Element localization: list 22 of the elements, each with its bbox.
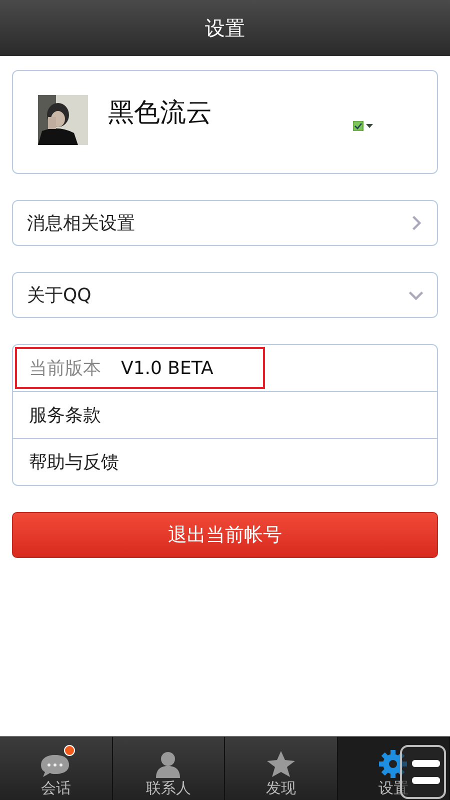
- settings-row[interactable]: 消息相关设置: [12, 200, 438, 246]
- online-status-icon: [353, 121, 373, 131]
- item-label: 当前版本: [29, 357, 101, 380]
- about-item[interactable]: 服务条款: [13, 391, 437, 438]
- row-label: 消息相关设置: [27, 212, 135, 235]
- profile-card[interactable]: 黑色流云: [12, 70, 438, 174]
- tab[interactable]: 会话: [0, 737, 112, 800]
- row-label: 关于QQ: [27, 284, 92, 307]
- about-item[interactable]: 当前版本 V1.0 BETA: [13, 345, 437, 391]
- item-label: 服务条款: [29, 404, 101, 427]
- about-item[interactable]: 帮助与反馈: [13, 438, 437, 485]
- star-icon: [266, 749, 296, 779]
- version-value: V1.0 BETA: [121, 358, 214, 378]
- screen-title: 设置: [205, 14, 245, 42]
- tab[interactable]: 联系人: [112, 737, 225, 800]
- tab[interactable]: 发现: [225, 737, 338, 800]
- gear-icon: [378, 749, 408, 779]
- item-label: 帮助与反馈: [29, 451, 119, 474]
- logout-button[interactable]: 退出当前帐号: [12, 512, 438, 558]
- profile-name: 黑色流云: [108, 97, 212, 130]
- status-selector[interactable]: [353, 121, 373, 131]
- settings-row[interactable]: 关于QQ: [12, 272, 438, 318]
